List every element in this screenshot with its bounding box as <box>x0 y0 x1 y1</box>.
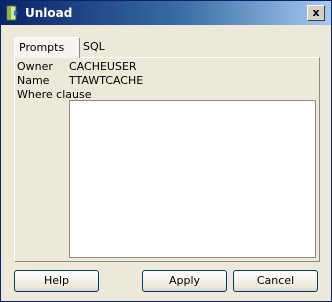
window-title: Unload <box>25 6 73 20</box>
tab-prompts[interactable]: Prompts <box>14 37 80 58</box>
help-button-label: Help <box>43 274 70 287</box>
cancel-button-label: Cancel <box>256 274 295 287</box>
name-value: TTAWTCACHE <box>69 74 144 87</box>
help-button[interactable]: Help <box>14 270 99 292</box>
where-clause-textarea[interactable] <box>69 100 316 258</box>
name-label: Name <box>17 74 50 87</box>
prompts-panel: Owner CACHEUSER Name TTAWTCACHE Where cl… <box>14 57 320 262</box>
database-icon <box>6 5 18 21</box>
title-bar: Unload x <box>1 1 331 25</box>
tab-sql[interactable]: SQL <box>79 39 109 55</box>
tab-prompts-label: Prompts <box>19 41 65 54</box>
close-button[interactable]: x <box>307 5 325 21</box>
unload-dialog: Unload x Prompts SQL Owner CACHEUSER Nam… <box>0 0 332 302</box>
tab-sql-label: SQL <box>83 40 105 53</box>
owner-value: CACHEUSER <box>69 60 137 73</box>
apply-button-label: Apply <box>168 274 201 287</box>
cancel-button[interactable]: Cancel <box>233 270 318 292</box>
apply-button[interactable]: Apply <box>142 270 227 292</box>
close-icon: x <box>312 6 320 19</box>
owner-label: Owner <box>17 60 53 73</box>
